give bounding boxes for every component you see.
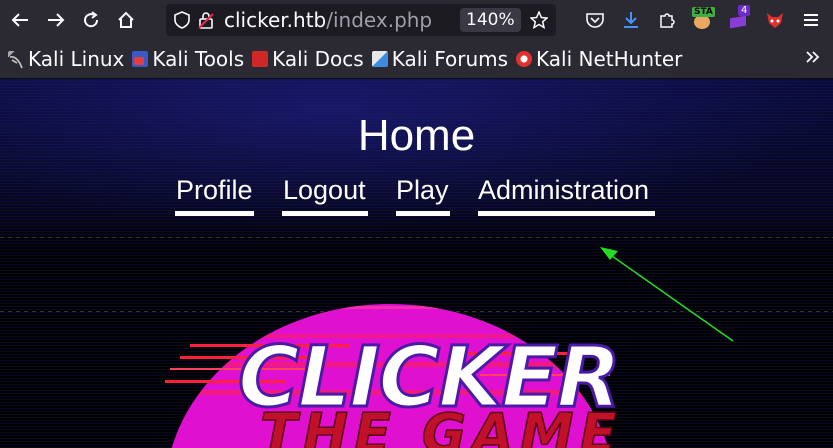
kali-forums-icon — [371, 51, 388, 67]
bookmark-kali-nethunter[interactable]: Kali NetHunter — [516, 47, 682, 71]
chevron-double-right-icon — [806, 51, 820, 63]
kali-docs-icon — [252, 51, 269, 67]
downloads-button[interactable] — [613, 2, 649, 38]
reload-button[interactable] — [73, 2, 109, 38]
extension-sta-icon: STA — [692, 7, 715, 31]
shield-icon — [174, 11, 190, 29]
bookmark-kali-docs[interactable]: Kali Docs — [252, 47, 364, 71]
back-button[interactable] — [2, 2, 38, 38]
bookmark-label: Kali Forums — [391, 47, 509, 71]
address-bar[interactable]: clicker.htb/index.php 140% — [166, 4, 556, 36]
forward-arrow-icon — [48, 13, 65, 27]
bookmark-label: Kali Linux — [28, 47, 125, 71]
kali-dragon-icon — [8, 51, 24, 69]
extension-fox-button[interactable] — [757, 2, 793, 38]
puzzle-icon — [660, 13, 675, 28]
back-arrow-icon — [11, 13, 28, 27]
forward-button[interactable] — [38, 2, 74, 38]
bookmark-kali-linux[interactable]: Kali Linux — [8, 47, 124, 71]
browser-toolbar: clicker.htb/index.php 140% STA 4 — [0, 0, 833, 40]
home-icon — [118, 11, 134, 28]
bookmarks-toolbar: Kali Linux Kali Tools Kali Docs Kali For… — [0, 40, 833, 79]
page-content: Home Profile Logout Play Administration — [0, 79, 833, 448]
hamburger-menu-icon — [804, 14, 818, 26]
zoom-indicator[interactable]: 140% — [460, 8, 521, 32]
bookmark-kali-forums[interactable]: Kali Forums — [371, 47, 509, 71]
bookmark-label: Kali Docs — [272, 47, 364, 71]
bookmark-kali-tools[interactable]: Kali Tools — [132, 47, 244, 71]
extensions-button[interactable] — [649, 2, 685, 38]
url-path: /index.php — [326, 8, 433, 32]
extension-stack-icon: 4 — [728, 5, 751, 31]
url-host: clicker.htb — [224, 8, 327, 32]
home-button[interactable] — [108, 2, 144, 38]
bookmarks-overflow-button[interactable] — [804, 49, 820, 69]
download-icon — [624, 12, 638, 28]
bookmark-label: Kali Tools — [152, 47, 245, 71]
insecure-lock-icon — [198, 12, 214, 29]
fox-icon — [767, 13, 783, 28]
menu-button[interactable] — [793, 2, 829, 38]
pocket-icon — [586, 13, 604, 28]
kali-tools-icon — [132, 51, 149, 67]
annotation-arrow — [600, 247, 734, 342]
kali-nethunter-icon — [516, 51, 533, 67]
pocket-button[interactable] — [577, 2, 613, 38]
extension-stack-badge: 4 — [738, 5, 751, 16]
extension-sta-button[interactable]: STA — [685, 2, 721, 38]
extension-stack-button[interactable]: 4 — [721, 2, 757, 38]
bookmark-label: Kali NetHunter — [536, 47, 683, 71]
reload-icon — [84, 11, 99, 28]
bookmark-star-icon[interactable] — [530, 11, 548, 29]
extension-sta-badge: STA — [692, 7, 715, 17]
